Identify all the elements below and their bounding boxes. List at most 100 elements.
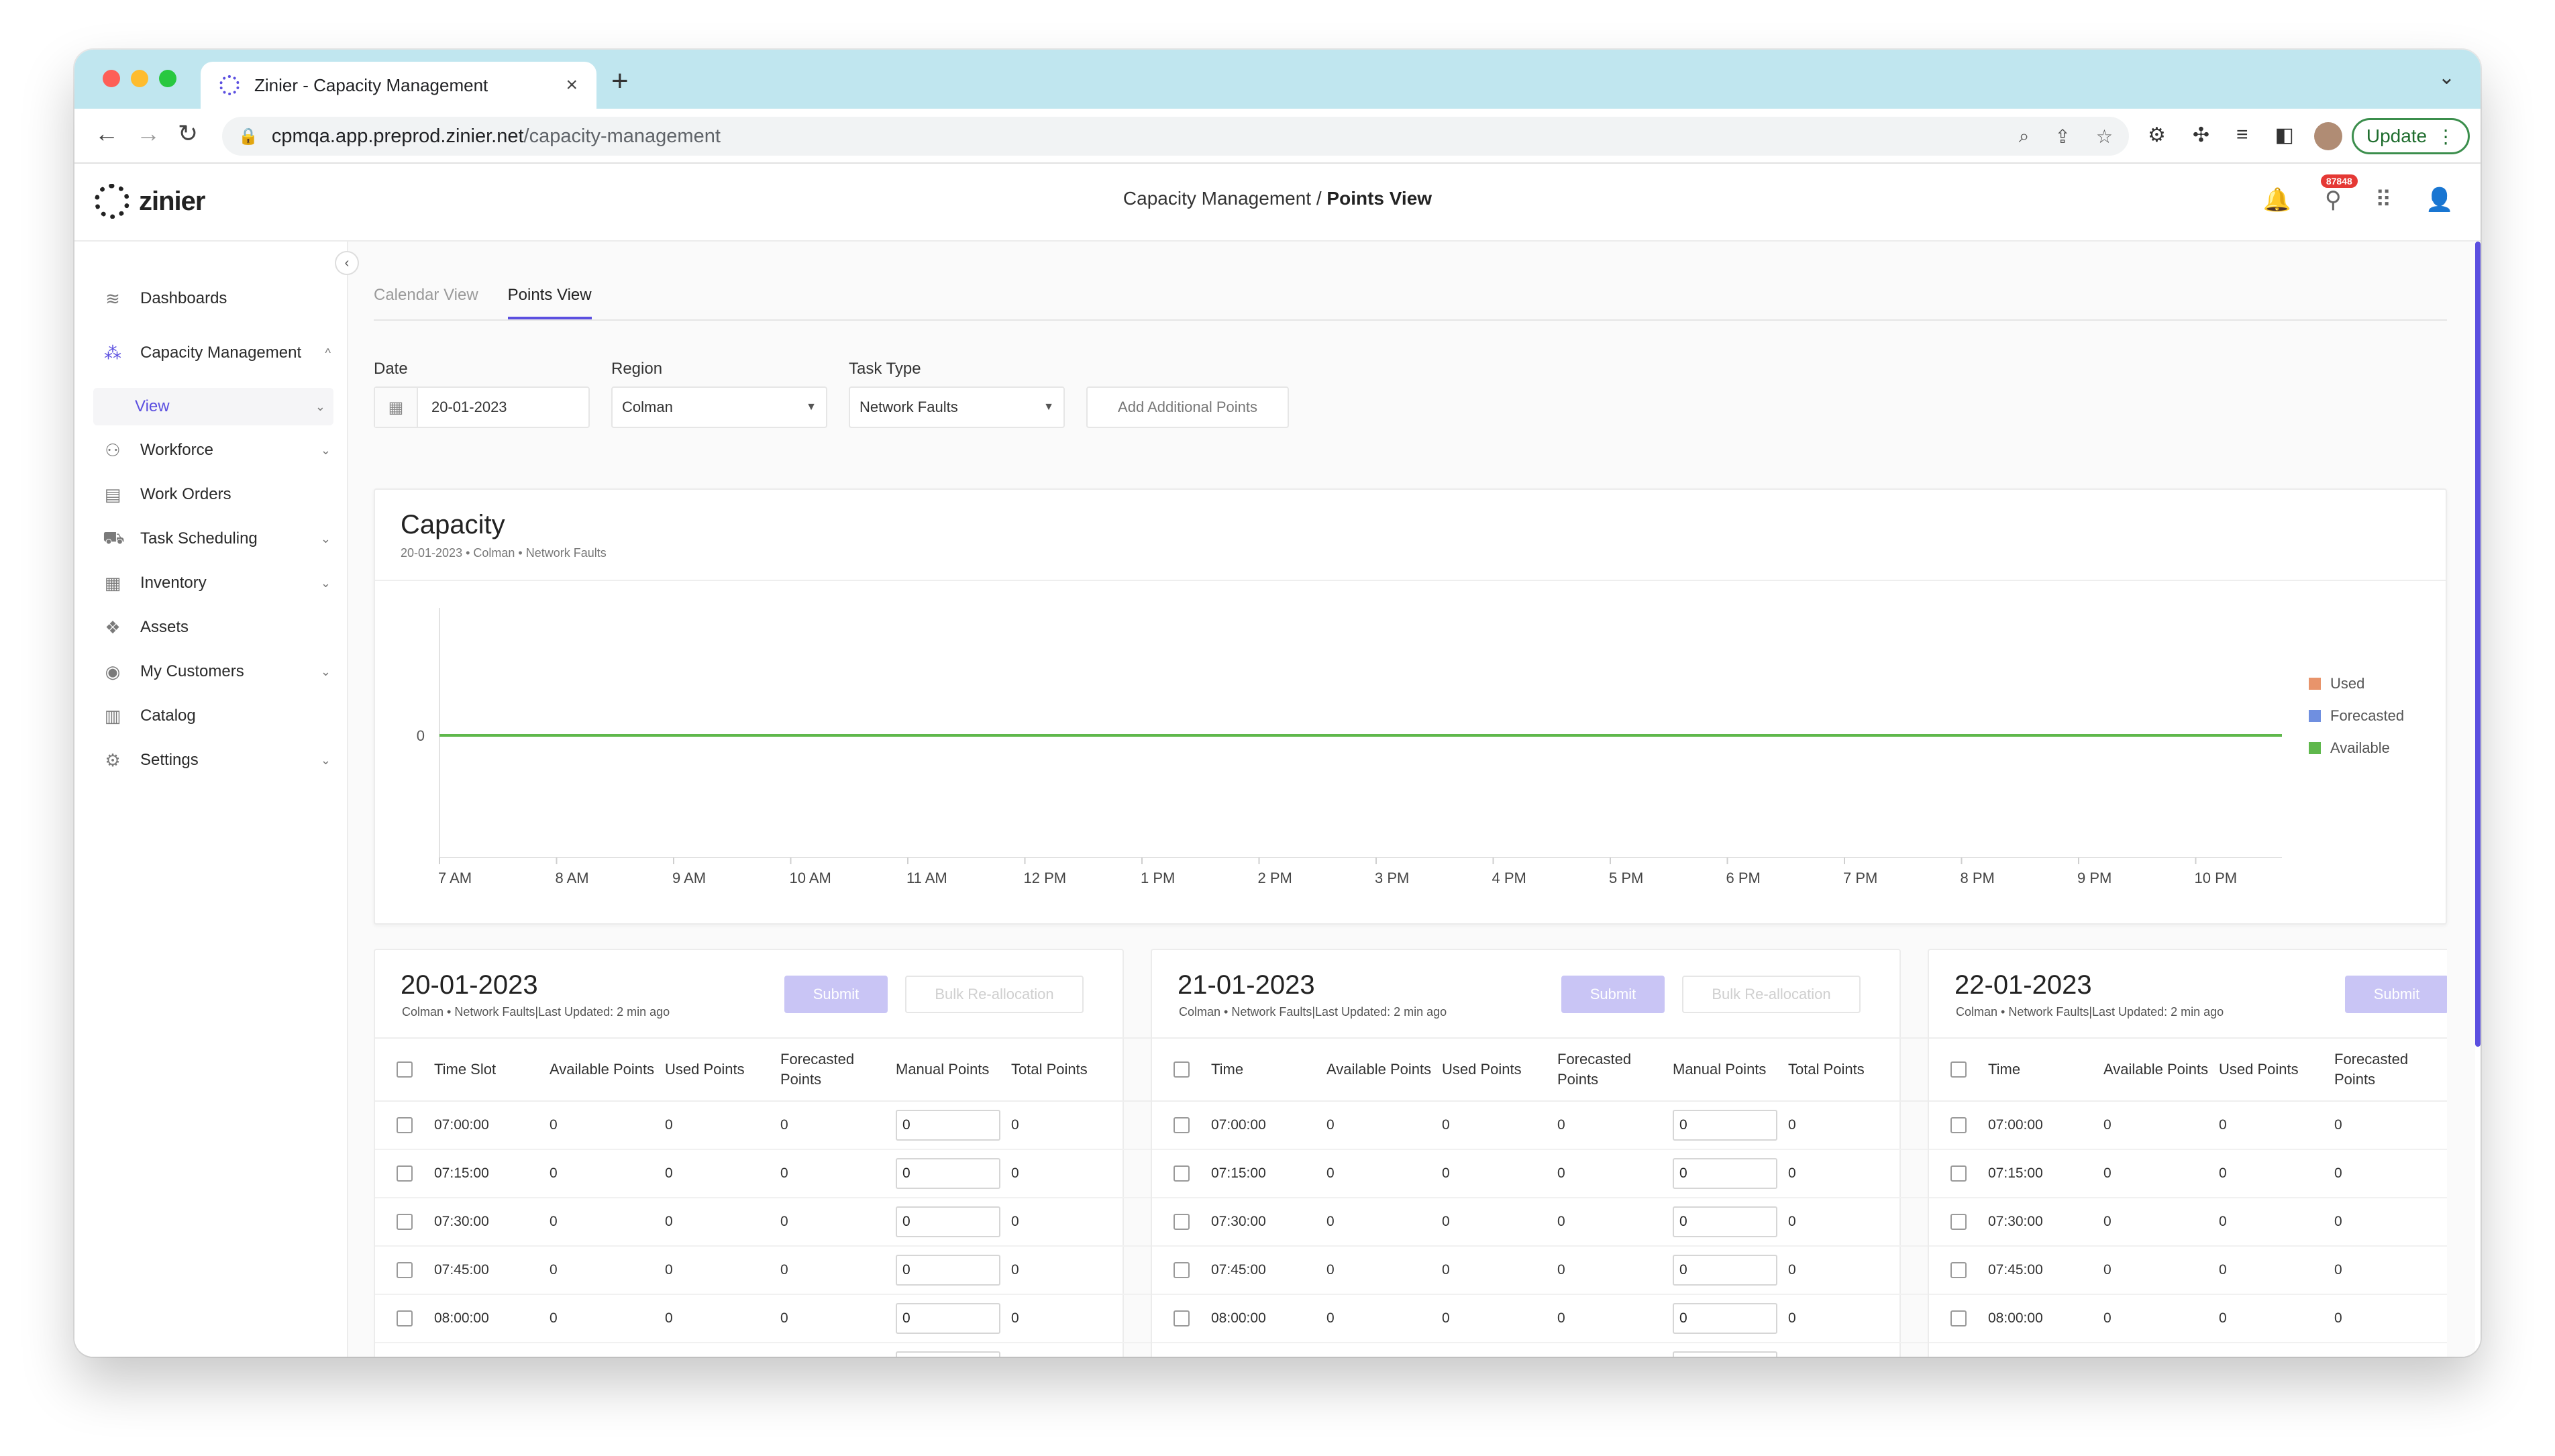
- time-cell: 07:15:00: [1211, 1165, 1266, 1181]
- manual-points-input[interactable]: 0: [896, 1206, 1000, 1237]
- sidebar-item-dashboards[interactable]: ≋ Dashboards: [74, 276, 347, 321]
- row-checkbox[interactable]: [397, 1262, 413, 1278]
- row-checkbox[interactable]: [1950, 1117, 1967, 1133]
- forecasted-points-cell: 0: [1557, 1310, 1565, 1326]
- submit-button[interactable]: Submit: [2345, 976, 2447, 1013]
- reload-icon[interactable]: ↻: [178, 119, 198, 148]
- collapse-sidebar-chevron-icon[interactable]: ‹: [335, 251, 359, 275]
- page-scrollbar[interactable]: [2475, 242, 2481, 1047]
- maximize-window-button[interactable]: [159, 70, 176, 87]
- customer-icon: ◉: [105, 661, 121, 682]
- row-checkbox[interactable]: [1950, 1165, 1967, 1182]
- close-tab-icon[interactable]: ×: [566, 74, 578, 97]
- bulk-reallocation-button[interactable]: Bulk Re-allocation: [1682, 976, 1861, 1013]
- media-queue-icon[interactable]: ≡: [2236, 123, 2248, 147]
- browser-tab[interactable]: Zinier - Capacity Management ×: [201, 62, 596, 109]
- x-tick-label: 1 PM: [1141, 870, 1175, 886]
- sidebar-item-assets[interactable]: ❖ Assets: [74, 605, 347, 649]
- manual-points-input[interactable]: 0: [1673, 1206, 1777, 1237]
- select-all-checkbox[interactable]: [1950, 1061, 1967, 1078]
- row-checkbox[interactable]: [1174, 1117, 1190, 1133]
- row-checkbox[interactable]: [1950, 1214, 1967, 1230]
- tab-calendar-view[interactable]: Calendar View: [374, 279, 478, 319]
- user-icon[interactable]: 👤: [2426, 187, 2454, 213]
- manual-points-input[interactable]: 0: [896, 1351, 1000, 1357]
- submit-button[interactable]: Submit: [784, 976, 888, 1013]
- available-points-cell: 0: [2103, 1310, 2111, 1326]
- calendar-icon[interactable]: ▦: [375, 388, 418, 427]
- total-points-cell: 0: [1011, 1214, 1019, 1229]
- used-points-cell: 0: [665, 1117, 673, 1133]
- extension-gear-icon[interactable]: ⚙: [2148, 123, 2166, 147]
- day-card-date: 20-01-2023: [401, 970, 538, 1000]
- location-pin-button[interactable]: ⚲ 87848: [2320, 174, 2358, 213]
- row-checkbox[interactable]: [397, 1165, 413, 1182]
- sidebar-subitem-view[interactable]: View ⌄: [93, 388, 333, 425]
- sidebar-item-my-customers[interactable]: ◉ My Customers ⌄: [74, 649, 347, 694]
- day-card-subtitle: Colman • Network Faults|Last Updated: 2 …: [1179, 1005, 1447, 1019]
- manual-points-input[interactable]: 0: [1673, 1351, 1777, 1357]
- new-tab-button[interactable]: +: [611, 64, 629, 98]
- bookmark-star-icon[interactable]: ☆: [2096, 125, 2113, 148]
- app-grid-icon[interactable]: ⠿: [2375, 187, 2392, 213]
- address-bar[interactable]: 🔒 cpmqa.app.preprod.zinier.net/capacity-…: [222, 117, 2129, 156]
- table-row: 07:30:00 0 0 0 0 0: [375, 1198, 1180, 1247]
- x-tick-label: 6 PM: [1726, 870, 1761, 886]
- sidebar-item-work-orders[interactable]: ▤ Work Orders: [74, 472, 347, 517]
- row-checkbox[interactable]: [1174, 1310, 1190, 1327]
- row-checkbox[interactable]: [397, 1214, 413, 1230]
- select-all-checkbox[interactable]: [397, 1061, 413, 1078]
- submit-button[interactable]: Submit: [1561, 976, 1665, 1013]
- manual-points-input[interactable]: 0: [896, 1158, 1000, 1189]
- row-checkbox[interactable]: [1950, 1262, 1967, 1278]
- row-checkbox[interactable]: [1174, 1165, 1190, 1182]
- row-checkbox[interactable]: [1174, 1214, 1190, 1230]
- row-checkbox[interactable]: [1950, 1310, 1967, 1327]
- extensions-puzzle-icon[interactable]: ✣: [2193, 123, 2209, 147]
- sidebar-item-catalog[interactable]: ▥ Catalog: [74, 694, 347, 738]
- manual-points-input[interactable]: 0: [896, 1303, 1000, 1334]
- add-additional-points-button[interactable]: Add Additional Points: [1086, 386, 1289, 428]
- sidebar-item-inventory[interactable]: ▦ Inventory ⌄: [74, 561, 347, 605]
- sidebar-item-workforce[interactable]: ⚇ Workforce ⌄: [74, 428, 347, 472]
- total-points-cell: 0: [1011, 1310, 1019, 1326]
- bulk-reallocation-button[interactable]: Bulk Re-allocation: [905, 976, 1084, 1013]
- lock-icon[interactable]: 🔒: [238, 127, 258, 146]
- close-window-button[interactable]: [103, 70, 120, 87]
- manual-points-input[interactable]: 0: [1673, 1158, 1777, 1189]
- tab-search-chevron-icon[interactable]: ⌄: [2438, 66, 2455, 89]
- back-arrow-icon[interactable]: ←: [95, 119, 119, 148]
- day-card-subtitle: Colman • Network Faults|Last Updated: 2 …: [402, 1005, 670, 1019]
- row-checkbox[interactable]: [397, 1117, 413, 1133]
- column-header: Used Points: [2219, 1061, 2299, 1078]
- column-header: Total Points: [1788, 1061, 1865, 1078]
- row-checkbox[interactable]: [397, 1310, 413, 1327]
- side-panel-icon[interactable]: ◧: [2275, 123, 2294, 147]
- minimize-window-button[interactable]: [131, 70, 148, 87]
- region-select[interactable]: Colman ▼: [611, 386, 827, 428]
- manual-points-input[interactable]: 0: [1673, 1303, 1777, 1334]
- manual-points-input[interactable]: 0: [896, 1110, 1000, 1141]
- sidebar-item-capacity-management[interactable]: ⁂ Capacity Management ^: [74, 321, 347, 385]
- date-picker[interactable]: ▦ 20-01-2023: [374, 386, 590, 428]
- table-row: 07:30:00 0 0 0 0 0: [1152, 1198, 1957, 1247]
- select-all-checkbox[interactable]: [1174, 1061, 1190, 1078]
- forward-arrow-icon[interactable]: →: [136, 119, 160, 148]
- available-points-cell: 0: [550, 1262, 558, 1278]
- update-button[interactable]: Update ⋮: [2352, 118, 2470, 154]
- tab-points-view[interactable]: Points View: [507, 279, 592, 319]
- task-type-select[interactable]: Network Faults ▼: [849, 386, 1065, 428]
- sidebar-item-settings[interactable]: ⚙ Settings ⌄: [74, 738, 347, 782]
- bell-icon[interactable]: 🔔: [2263, 187, 2291, 213]
- zoom-icon[interactable]: ⌕: [2019, 125, 2030, 148]
- sidebar-item-label: Settings: [140, 751, 199, 769]
- table-header: Time Available Points Used Points Foreca…: [1152, 1037, 1957, 1102]
- row-checkbox[interactable]: [1174, 1262, 1190, 1278]
- manual-points-input[interactable]: 0: [1673, 1110, 1777, 1141]
- profile-avatar[interactable]: [2314, 122, 2342, 150]
- sidebar-item-task-scheduling[interactable]: ⛟ Task Scheduling ⌄: [74, 517, 347, 561]
- x-tick-label: 2 PM: [1258, 870, 1292, 886]
- share-icon[interactable]: ⇪: [2054, 125, 2070, 148]
- manual-points-input[interactable]: 0: [1673, 1255, 1777, 1286]
- manual-points-input[interactable]: 0: [896, 1255, 1000, 1286]
